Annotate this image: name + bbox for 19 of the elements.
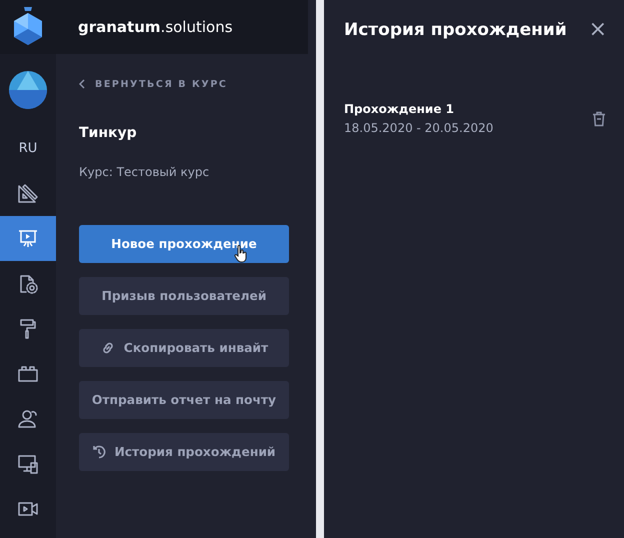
- action-button[interactable]: Новое прохождение: [79, 225, 289, 263]
- action-button[interactable]: История прохождений: [79, 433, 289, 471]
- language-switch[interactable]: RU: [18, 141, 38, 156]
- action-button[interactable]: Отправить отчет на почту: [79, 381, 289, 419]
- trash-icon[interactable]: [592, 110, 606, 126]
- close-button[interactable]: ×: [588, 19, 607, 41]
- panel-title: История прохождений: [344, 20, 567, 40]
- history-icon: [92, 445, 106, 459]
- brand-name: granatum.solutions: [78, 18, 233, 36]
- entry-dates: 18.05.2020 - 20.05.2020: [344, 121, 494, 135]
- chevron-left-icon: [79, 79, 85, 89]
- ruler-pencil-icon[interactable]: [16, 182, 40, 206]
- action-button[interactable]: Призыв пользователей: [79, 277, 289, 315]
- back-link[interactable]: ВЕРНУТЬСЯ В КУРС: [79, 76, 228, 92]
- course-name: Курс: Тестовый курс: [79, 165, 210, 179]
- action-button[interactable]: Скопировать инвайт: [79, 329, 289, 367]
- entry-title: Прохождение 1: [344, 102, 454, 116]
- avatar[interactable]: [9, 71, 47, 109]
- course-title: Тинкур: [79, 125, 137, 141]
